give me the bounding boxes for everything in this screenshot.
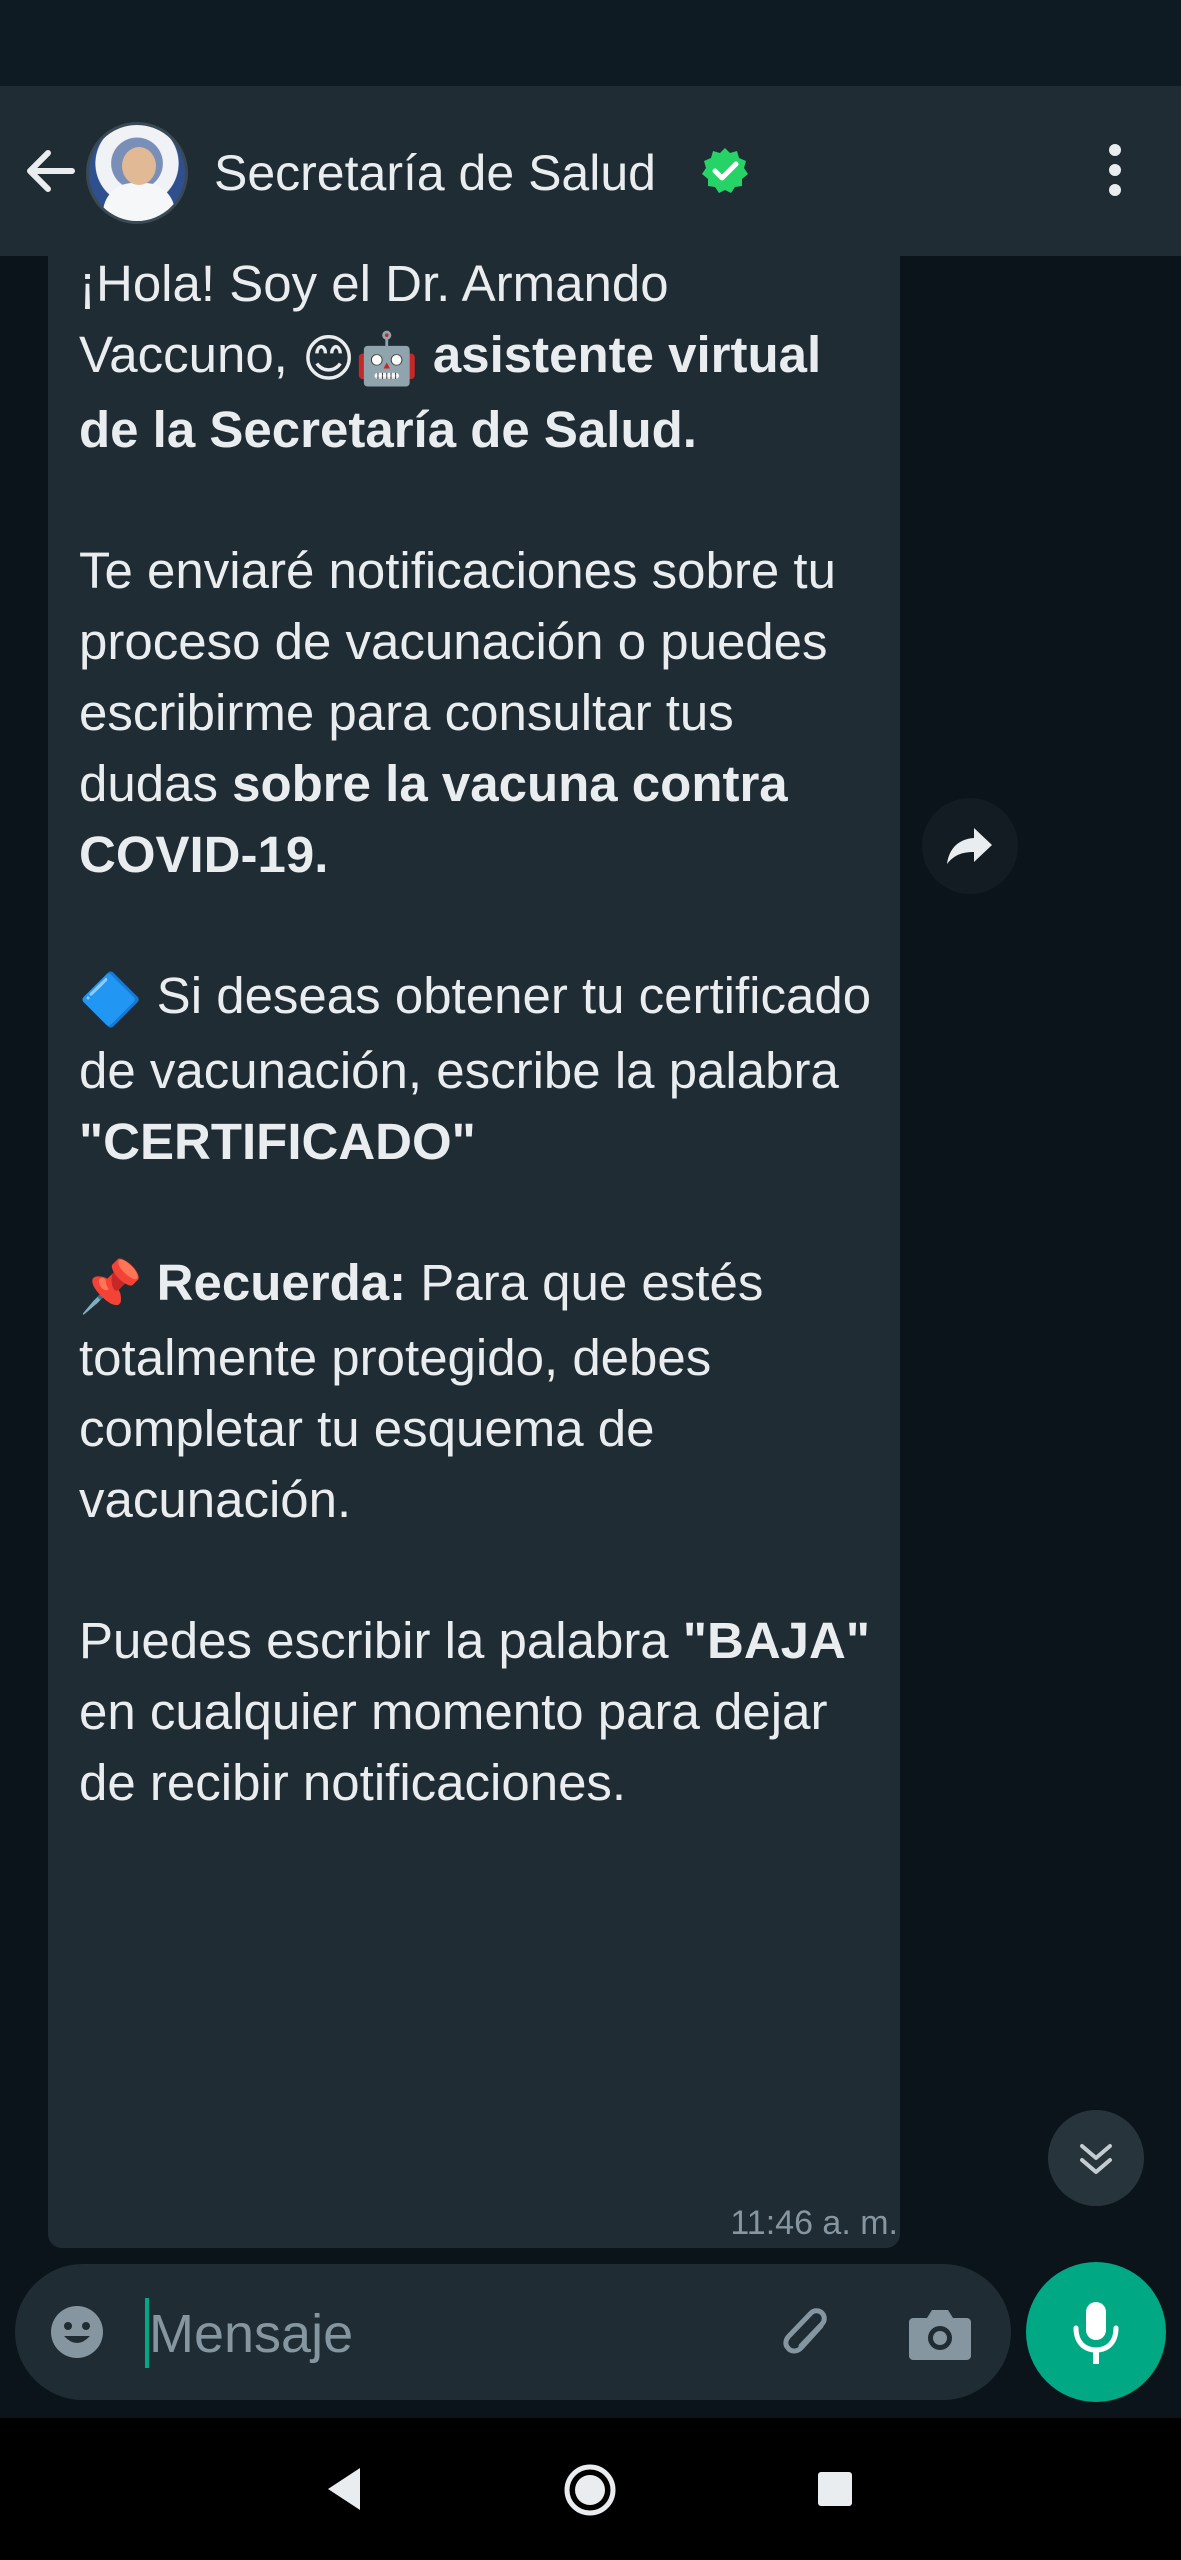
back-arrow-icon[interactable]: [20, 136, 80, 206]
chat-header: Secretaría de Salud: [0, 86, 1181, 256]
nav-home-icon[interactable]: [562, 2462, 618, 2518]
forward-button[interactable]: [922, 798, 1018, 894]
message-bubble[interactable]: ¡Hola! Soy el Dr. Armando Vaccuno, 😊🤖 as…: [48, 256, 900, 2248]
message-input[interactable]: [147, 2290, 751, 2378]
scroll-to-bottom-button[interactable]: [1048, 2110, 1144, 2206]
nav-back-icon[interactable]: [320, 2464, 368, 2514]
voice-message-button[interactable]: [1026, 2262, 1166, 2402]
message-paragraph-4: 📌 Recuerda: Para que estés totalmente pr…: [79, 1247, 879, 1535]
message-paragraph-2: Te enviaré notificaciones sobre tu proce…: [79, 542, 836, 884]
forward-arrow-icon: [947, 828, 992, 864]
message-input-container: [15, 2264, 1011, 2400]
message-timestamp: 11:46 a. m.: [730, 2204, 898, 2242]
system-navigation-bar: [0, 2418, 1181, 2560]
message-paragraph-1: ¡Hola! Soy el Dr. Armando Vaccuno, 😊🤖 as…: [79, 256, 822, 459]
microphone-icon: [1073, 2302, 1119, 2364]
smile-robot-emoji: 😊🤖: [302, 330, 419, 388]
more-options-icon[interactable]: [1100, 136, 1130, 206]
double-chevron-down-icon: [1080, 2144, 1112, 2174]
message-paragraph-3: 🔷 Si deseas obtener tu certificado de va…: [79, 960, 879, 1177]
message-paragraph-5: Puedes escribir la palabra "BAJA" en cua…: [79, 1612, 871, 1812]
contact-avatar[interactable]: [86, 122, 188, 224]
pushpin-icon: 📌: [79, 1258, 143, 1316]
chat-area: ¡Hola! Soy el Dr. Armando Vaccuno, 😊🤖 as…: [0, 256, 1181, 2254]
verified-badge-icon: [702, 148, 748, 193]
message-text: ¡Hola! Soy el Dr. Armando Vaccuno, 😊🤖 as…: [79, 256, 879, 1818]
paperclip-icon[interactable]: [773, 2300, 843, 2370]
contact-name[interactable]: Secretaría de Salud: [214, 144, 656, 202]
status-bar: [0, 0, 1181, 86]
nav-recents-icon[interactable]: [818, 2472, 852, 2506]
blue-diamond-icon: 🔷: [79, 971, 143, 1029]
camera-icon[interactable]: [905, 2300, 975, 2366]
emoji-icon[interactable]: [47, 2302, 107, 2362]
composer-bar: [0, 2254, 1181, 2418]
